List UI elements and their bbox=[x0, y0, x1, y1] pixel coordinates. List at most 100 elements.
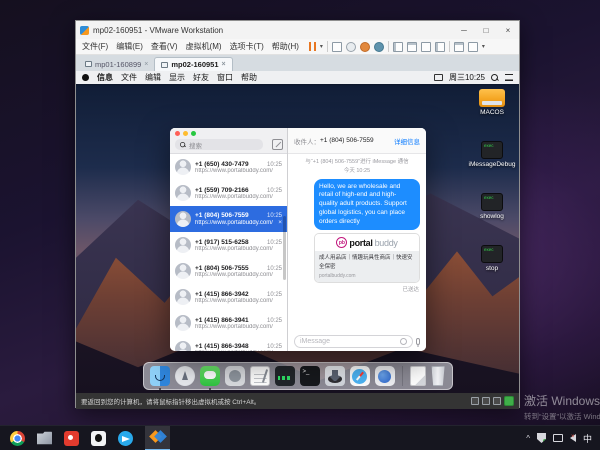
macos-menu-edit[interactable]: 编辑 bbox=[145, 72, 161, 83]
app-store-icon[interactable] bbox=[225, 366, 245, 386]
tab-close-icon[interactable]: × bbox=[144, 61, 148, 68]
desktop-icon-stop[interactable]: exec stop bbox=[481, 245, 503, 272]
search-icon bbox=[180, 142, 186, 148]
minimize-button[interactable]: ─ bbox=[453, 21, 475, 39]
file-explorer-taskbar-icon[interactable] bbox=[37, 431, 52, 446]
macos-menubar: 信息 文件 编辑 显示 好友 窗口 帮助 周三10:25 bbox=[76, 71, 519, 84]
macos-menu-help[interactable]: 帮助 bbox=[241, 72, 257, 83]
exec-badge: exec bbox=[484, 247, 494, 252]
send-ctrl-alt-del-icon[interactable] bbox=[332, 42, 342, 52]
hard-disk-icon[interactable] bbox=[471, 397, 479, 405]
trash-icon[interactable] bbox=[431, 366, 446, 386]
vm-tab-mp02[interactable]: mp02-160951 × bbox=[154, 57, 232, 71]
contact-avatar bbox=[175, 263, 191, 279]
suspend-button-icon[interactable] bbox=[309, 42, 316, 51]
conversation-row[interactable]: +1 (415) 866-394810:25https://www.portal… bbox=[170, 336, 287, 351]
desktop-icon-showlog[interactable]: exec showlog bbox=[480, 193, 504, 220]
contact-avatar bbox=[175, 315, 191, 331]
finder-icon[interactable] bbox=[150, 366, 170, 386]
display-tray-icon[interactable] bbox=[553, 434, 563, 442]
zoom-traffic-icon[interactable] bbox=[191, 131, 196, 136]
security-tray-icon[interactable] bbox=[537, 433, 546, 443]
unity-view-icon[interactable] bbox=[435, 42, 445, 52]
emoji-icon[interactable] bbox=[400, 338, 407, 345]
textedit-icon[interactable] bbox=[250, 366, 270, 386]
macos-menu-file[interactable]: 文件 bbox=[121, 72, 137, 83]
link-card-body: 成人用品店｜情趣玩具性商店｜快速安全保密 portalbuddy.com bbox=[315, 251, 419, 282]
desktop-icon-imessagedebug[interactable]: exec iMessageDebug bbox=[469, 141, 516, 168]
conversation-row[interactable]: +1 (559) 709-216610:25https://www.portal… bbox=[170, 180, 287, 206]
menu-edit[interactable]: 编辑(E) bbox=[112, 41, 147, 52]
console-app-icon[interactable] bbox=[275, 366, 295, 386]
thumbnail-bar-icon[interactable] bbox=[454, 42, 464, 52]
telegram-taskbar-icon[interactable] bbox=[118, 431, 133, 446]
menu-file[interactable]: 文件(F) bbox=[78, 41, 112, 52]
conversation-row-selected[interactable]: +1 (804) 506-755910:25https://www.portal… bbox=[170, 206, 287, 232]
search-input[interactable]: 搜索 bbox=[175, 139, 263, 150]
cd-rom-icon[interactable] bbox=[482, 397, 490, 405]
spotlight-search-icon[interactable] bbox=[491, 74, 499, 82]
tray-chevron-icon[interactable]: ^ bbox=[526, 434, 530, 443]
notification-center-icon[interactable] bbox=[505, 74, 513, 81]
macos-menu-view[interactable]: 显示 bbox=[169, 72, 185, 83]
menu-help[interactable]: 帮助(H) bbox=[268, 41, 303, 52]
installer-icon[interactable] bbox=[325, 366, 345, 386]
system-preferences-icon[interactable] bbox=[375, 366, 395, 386]
vmware-taskbar-button-active[interactable] bbox=[145, 426, 170, 450]
conversation-list: +1 (650) 430-747910:25https://www.portal… bbox=[170, 154, 287, 351]
vm-tab-mp01[interactable]: mp01-160899 × bbox=[79, 57, 154, 71]
network-adapter-icon[interactable] bbox=[493, 397, 501, 405]
minimize-traffic-icon[interactable] bbox=[183, 131, 188, 136]
sidebar-scrollbar[interactable] bbox=[283, 216, 286, 280]
menu-tabs[interactable]: 选项卡(T) bbox=[226, 41, 268, 52]
compose-button[interactable] bbox=[272, 139, 283, 150]
menu-vm[interactable]: 虚拟机(M) bbox=[182, 41, 226, 52]
snapshot-manager-icon[interactable] bbox=[374, 42, 384, 52]
macos-menu-window[interactable]: 窗口 bbox=[217, 72, 233, 83]
link-preview-card[interactable]: pb portalbuddy 成人用品店｜情趣玩具性商店｜快速安全保密 port… bbox=[314, 233, 420, 283]
tab-close-icon[interactable]: × bbox=[222, 61, 226, 68]
vmware-statusbar: 要返回到您的计算机，请将鼠标指针移出虚拟机或按 Ctrl+Alt。 bbox=[76, 393, 519, 409]
macos-menu-messages[interactable]: 信息 bbox=[97, 72, 113, 83]
show-library-icon[interactable] bbox=[393, 42, 403, 52]
red-app-taskbar-icon[interactable] bbox=[64, 431, 79, 446]
safari-icon[interactable] bbox=[350, 366, 370, 386]
close-button[interactable]: × bbox=[497, 21, 519, 39]
chrome-taskbar-icon[interactable] bbox=[10, 431, 25, 446]
message-input[interactable]: iMessage bbox=[294, 335, 413, 348]
messages-app-icon[interactable] bbox=[200, 366, 220, 386]
input-source-icon[interactable] bbox=[434, 74, 443, 81]
layout-dropdown-icon[interactable] bbox=[468, 42, 478, 52]
macos-menu-buddies[interactable]: 好友 bbox=[193, 72, 209, 83]
conversation-row[interactable]: +1 (804) 506-755510:25https://www.portal… bbox=[170, 258, 287, 284]
maximize-button[interactable]: □ bbox=[475, 21, 497, 39]
layout-caret-icon[interactable]: ▾ bbox=[482, 43, 485, 50]
terminal-icon[interactable] bbox=[300, 366, 320, 386]
fullscreen-icon[interactable] bbox=[421, 42, 431, 52]
close-traffic-icon[interactable] bbox=[175, 131, 180, 136]
menubar-clock[interactable]: 周三10:25 bbox=[449, 72, 485, 83]
conversation-close-icon[interactable]: × bbox=[278, 219, 282, 226]
volume-muted-tray-icon[interactable] bbox=[570, 434, 576, 442]
microphone-icon[interactable] bbox=[416, 338, 420, 345]
conversation-row[interactable]: +1 (415) 866-394110:25https://www.portal… bbox=[170, 310, 287, 336]
apple-menu-icon[interactable] bbox=[82, 74, 89, 81]
input-language-indicator[interactable]: 中 bbox=[583, 432, 592, 445]
conversation-row[interactable]: +1 (917) 515-625810:25https://www.portal… bbox=[170, 232, 287, 258]
vmware-tools-notification-icon[interactable] bbox=[504, 396, 514, 406]
vmware-titlebar[interactable]: mp02-160951 - VMware Workstation ─ □ × bbox=[76, 21, 519, 39]
power-dropdown-caret-icon[interactable]: ▾ bbox=[320, 43, 323, 50]
console-view-icon[interactable] bbox=[407, 42, 417, 52]
outgoing-message-bubble: Hello, we are wholesale and retail of hi… bbox=[314, 179, 420, 231]
desktop-icon-label: MACOS bbox=[480, 109, 504, 116]
desktop-icon-macos-drive[interactable]: MACOS bbox=[479, 89, 505, 116]
conversation-row[interactable]: +1 (415) 866-394210:25https://www.portal… bbox=[170, 284, 287, 310]
menu-view[interactable]: 查看(V) bbox=[147, 41, 182, 52]
details-link[interactable]: 详细信息 bbox=[394, 136, 420, 146]
conversation-row[interactable]: +1 (650) 430-747910:25https://www.portal… bbox=[170, 154, 287, 180]
snapshot-revert-icon[interactable] bbox=[346, 42, 356, 52]
take-snapshot-icon[interactable] bbox=[360, 42, 370, 52]
apple-app-taskbar-icon[interactable] bbox=[91, 431, 106, 446]
launchpad-icon[interactable] bbox=[175, 366, 195, 386]
document-icon[interactable] bbox=[410, 366, 426, 386]
